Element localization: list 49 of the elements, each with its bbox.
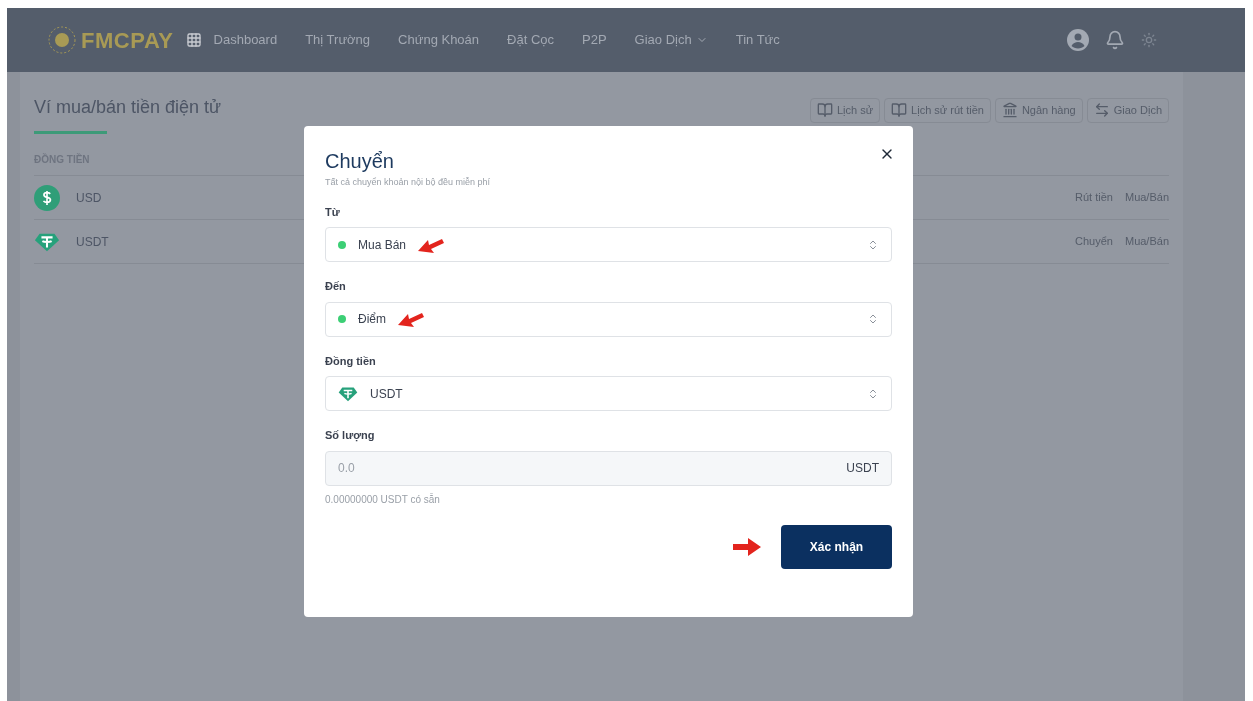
field-label: Số lượng bbox=[325, 428, 376, 444]
nav-link[interactable]: Tin Tức bbox=[735, 30, 780, 50]
toolbar-button[interactable]: Giao Dịch bbox=[1086, 98, 1169, 123]
select-field[interactable]: Mua Bán bbox=[325, 227, 892, 262]
coin-name: USDT bbox=[76, 233, 109, 251]
row-action-link[interactable]: Chuyển bbox=[1075, 233, 1113, 250]
logo-text: FMCPAY bbox=[81, 26, 174, 55]
select-value: Điểm bbox=[358, 311, 386, 328]
currency-unit: USDT bbox=[846, 460, 879, 477]
available-balance: 0.00000000 USDT có sẵn bbox=[325, 492, 441, 507]
nav-link[interactable]: Thị Trường bbox=[305, 30, 371, 50]
row-action-link[interactable]: Mua/Bán bbox=[1124, 233, 1169, 250]
book-icon bbox=[816, 102, 833, 119]
nav-dropdown[interactable]: Giao Dịch bbox=[634, 30, 708, 50]
logo-icon bbox=[47, 25, 77, 55]
field-label: Đồng tiền bbox=[325, 353, 377, 369]
bank-icon bbox=[1001, 102, 1018, 119]
book-icon bbox=[891, 102, 908, 119]
toolbar-button[interactable]: Ngân hàng bbox=[994, 98, 1083, 123]
select-value: USDT bbox=[370, 385, 403, 403]
nav-link[interactable]: Dashboard bbox=[213, 30, 278, 50]
sun-icon[interactable] bbox=[1141, 32, 1157, 48]
up-down-chevron-icon bbox=[867, 387, 879, 400]
up-down-chevron-icon bbox=[867, 313, 879, 325]
select-field[interactable]: USDT bbox=[325, 376, 892, 411]
toolbar-button[interactable]: Lịch sử rút tiền bbox=[884, 98, 991, 123]
dialog-title: Chuyển bbox=[325, 149, 394, 174]
bell-icon[interactable] bbox=[1105, 30, 1125, 50]
swap-arrows-icon bbox=[1093, 102, 1110, 119]
select-value: Mua Bán bbox=[358, 236, 407, 254]
nav-link[interactable]: Chứng Khoán bbox=[398, 30, 480, 50]
up-down-chevron-icon bbox=[867, 238, 879, 251]
dialog-subtitle: Tất cả chuyển khoản nội bộ đều miễn phí bbox=[325, 176, 492, 189]
nav-link[interactable]: Đặt Cọc bbox=[507, 30, 555, 50]
coin-name: USD bbox=[76, 189, 102, 207]
row-action-link[interactable]: Mua/Bán bbox=[1124, 189, 1169, 206]
field-label: Từ bbox=[325, 204, 341, 220]
amount-field[interactable]: 0.0 USDT bbox=[325, 450, 892, 486]
toolbar-button[interactable]: Lịch sử bbox=[809, 98, 881, 123]
apps-grid-icon[interactable] bbox=[185, 32, 202, 48]
dollar-coin-icon bbox=[34, 184, 60, 211]
select-field[interactable]: Điểm bbox=[325, 301, 892, 337]
confirm-button[interactable]: Xác nhận bbox=[781, 524, 892, 569]
nav-link[interactable]: P2P bbox=[582, 30, 607, 50]
amount-input[interactable]: 0.0 bbox=[338, 459, 847, 477]
page-title: Ví mua/bán tiền điện tử bbox=[34, 96, 222, 119]
field-label: Đến bbox=[325, 279, 347, 294]
row-action-link[interactable]: Rút tiền bbox=[1075, 189, 1113, 206]
user-avatar-icon[interactable] bbox=[1067, 29, 1089, 51]
